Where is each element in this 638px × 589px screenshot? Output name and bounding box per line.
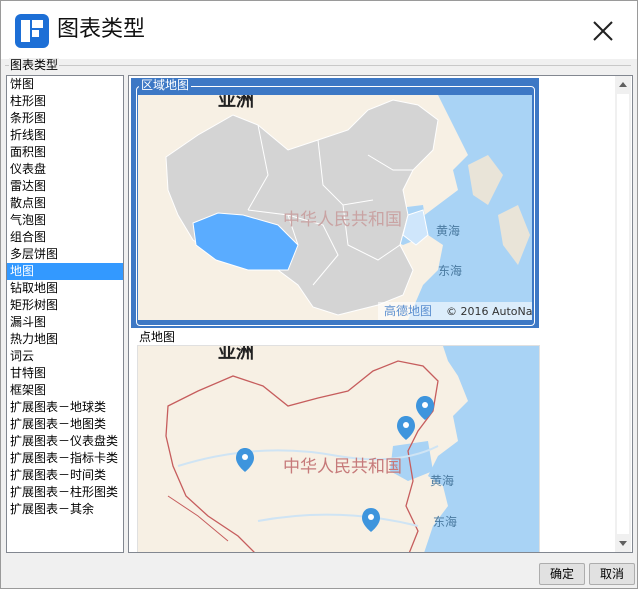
card-label: 点地图 [139, 330, 176, 344]
chart-type-item[interactable]: 扩展图表－时间类 [7, 467, 123, 484]
chart-type-item[interactable]: 甘特图 [7, 365, 123, 382]
chart-type-item[interactable]: 柱形图 [7, 93, 123, 110]
chart-type-item[interactable]: 地图 [7, 263, 123, 280]
chart-preview-panel: 亚洲 中华人民共和国 黄海 东海 高德地图 © 2016 AutoNavi 区域… [128, 75, 633, 553]
map-sea-label-east: 东海 [438, 263, 462, 278]
chart-type-item[interactable]: 矩形树图 [7, 297, 123, 314]
map-sea-label-yellow: 黄海 [430, 473, 454, 488]
map-attribution-brand: 高德地图 [384, 303, 432, 318]
point-map-preview: 亚洲 中华人民共和国 黄海 东海 [137, 345, 540, 552]
preview-card-region-map[interactable]: 亚洲 中华人民共和国 黄海 东海 高德地图 © 2016 AutoNavi 区域… [131, 78, 539, 328]
chart-type-item[interactable]: 散点图 [7, 195, 123, 212]
point-map-image: 亚洲 中华人民共和国 黄海 东海 [138, 346, 539, 552]
chart-type-item[interactable]: 扩展图表－柱形图类 [7, 484, 123, 501]
group-divider [5, 65, 631, 66]
chart-type-item[interactable]: 饼图 [7, 76, 123, 93]
chart-type-item[interactable]: 气泡图 [7, 212, 123, 229]
region-map-image: 亚洲 中华人民共和国 黄海 东海 高德地图 © 2016 AutoNavi [138, 95, 532, 320]
preview-scrollbar[interactable] [615, 76, 631, 552]
chart-type-item[interactable]: 多层饼图 [7, 246, 123, 263]
map-attribution-copyright: © 2016 AutoNavi [446, 305, 532, 318]
chart-type-item[interactable]: 热力地图 [7, 331, 123, 348]
map-country-label: 中华人民共和国 [283, 457, 402, 477]
chevron-up-icon[interactable] [615, 76, 631, 93]
region-map-preview: 亚洲 中华人民共和国 黄海 东海 高德地图 © 2016 AutoNavi [138, 95, 532, 320]
fine-report-logo-icon [15, 14, 49, 48]
chart-type-dialog: 图表类型 图表类型 饼图 柱形图 条形图 折线图 面积图 仪表盘 雷达图 散点图 气泡图 组合图多… [0, 0, 638, 589]
map-country-label: 中华人民共和国 [283, 210, 402, 230]
map-continent-label: 亚洲 [218, 346, 254, 363]
dialog-title: 图表类型 [57, 17, 146, 42]
chart-type-item[interactable]: 条形图 [7, 110, 123, 127]
chart-type-item[interactable]: 扩展图表－地图类 [7, 416, 123, 433]
card-label: 区域地图 [139, 78, 192, 92]
chart-type-item[interactable]: 漏斗图 [7, 314, 123, 331]
chart-type-item[interactable]: 面积图 [7, 144, 123, 161]
cancel-button[interactable]: 取消 [589, 563, 635, 585]
close-icon[interactable] [587, 15, 619, 47]
chart-type-item[interactable]: 雷达图 [7, 178, 123, 195]
chart-type-list[interactable]: 饼图 柱形图 条形图 折线图 面积图 仪表盘 雷达图 散点图 气泡图 组合图 多层饼图 地图 钻取地图矩… [6, 75, 124, 553]
chart-type-item[interactable]: 扩展图表－其余 [7, 501, 123, 518]
chart-type-item[interactable]: 框架图 [7, 382, 123, 399]
map-continent-label: 亚洲 [218, 95, 254, 111]
chart-type-item[interactable]: 仪表盘 [7, 161, 123, 178]
group-label: 图表类型 [9, 58, 60, 73]
chart-type-item[interactable]: 折线图 [7, 127, 123, 144]
chart-type-item[interactable]: 扩展图表－指标卡类 [7, 450, 123, 467]
chevron-down-icon[interactable] [615, 535, 631, 552]
map-sea-label-east: 东海 [433, 514, 457, 529]
chart-type-item[interactable]: 组合图 [7, 229, 123, 246]
scrollbar-thumb[interactable] [617, 94, 629, 534]
chart-type-item[interactable]: 词云 [7, 348, 123, 365]
title-bar: 图表类型 [1, 1, 637, 59]
chart-type-item[interactable]: 扩展图表－仪表盘类 [7, 433, 123, 450]
chart-type-item[interactable]: 扩展图表－地球类 [7, 399, 123, 416]
chart-type-item[interactable]: 钻取地图 [7, 280, 123, 297]
preview-card-point-map[interactable]: 点地图 亚洲 中华人民共和国 黄海 东海 [131, 328, 540, 552]
map-sea-label-yellow: 黄海 [436, 223, 460, 238]
ok-button[interactable]: 确定 [539, 563, 585, 585]
